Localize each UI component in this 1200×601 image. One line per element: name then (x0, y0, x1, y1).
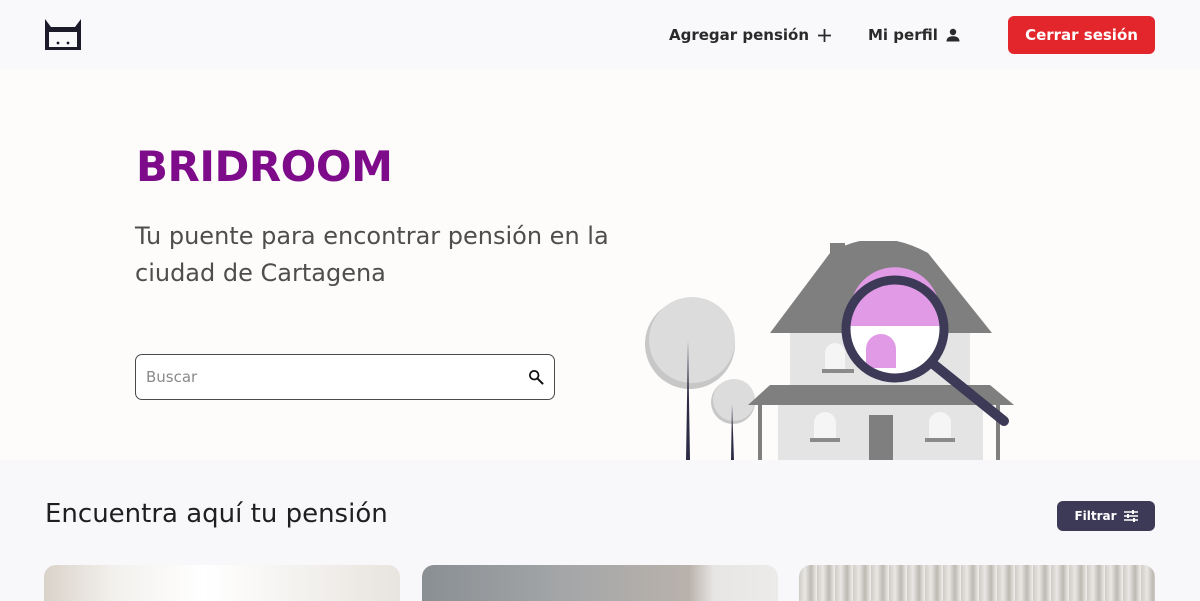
listings-title: Encuentra aquí tu pensión (45, 499, 388, 529)
sliders-icon (1123, 510, 1138, 522)
listings-section: Encuentra aquí tu pensión Filtrar (0, 460, 1200, 601)
profile-label: Mi perfil (868, 26, 938, 44)
profile-link[interactable]: Mi perfil (868, 24, 960, 46)
filter-button[interactable]: Filtrar (1057, 501, 1155, 531)
add-pension-link[interactable]: Agregar pensión (669, 24, 832, 46)
hero-section: BRIDROOM Tu puente para encontrar pensió… (0, 69, 1200, 460)
house-search-illustration (645, 241, 1014, 460)
search-icon[interactable] (528, 369, 544, 385)
add-pension-label: Agregar pensión (669, 26, 810, 44)
pension-card[interactable] (422, 565, 778, 601)
search-input[interactable] (146, 355, 516, 399)
cat-logo-icon[interactable] (44, 18, 82, 51)
hero-tagline: Tu puente para encontrar pensión en la c… (135, 222, 609, 287)
pension-card[interactable] (799, 565, 1155, 601)
navbar: Agregar pensión Mi perfil Cerrar sesión (0, 0, 1200, 69)
user-icon (946, 28, 960, 42)
pension-card[interactable] (44, 565, 400, 601)
logout-button[interactable]: Cerrar sesión (1008, 16, 1155, 54)
filter-label: Filtrar (1074, 509, 1117, 523)
search-box (135, 354, 555, 400)
brand-title: BRIDROOM (136, 142, 393, 191)
plus-icon (818, 28, 832, 42)
